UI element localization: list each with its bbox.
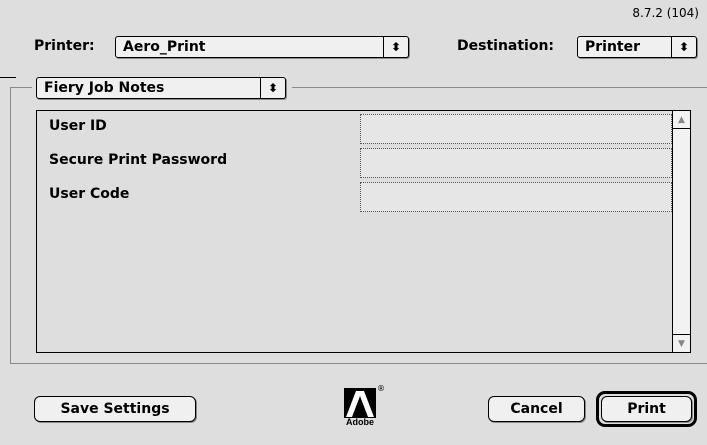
user-code-field[interactable] [360, 182, 672, 212]
up-down-arrows-icon: ⬍ [260, 78, 285, 98]
scroll-up-arrow-icon[interactable]: ▲ [673, 111, 690, 129]
group-box-line [10, 87, 32, 88]
scroll-down-arrow-icon[interactable]: ▼ [673, 334, 690, 352]
secure-print-password-label: Secure Print Password [49, 152, 228, 168]
save-settings-button[interactable]: Save Settings [34, 396, 196, 422]
printer-popup[interactable]: Aero_Print ⬍ [115, 36, 409, 58]
print-dialog: 8.7.2 (104) Printer: Aero_Print ⬍ Destin… [0, 0, 707, 445]
user-id-field[interactable] [360, 114, 672, 144]
group-box-line [10, 87, 11, 363]
section-popup[interactable]: Fiery Job Notes ⬍ [36, 77, 286, 99]
user-code-label: User Code [49, 186, 130, 202]
adobe-logo-mark [344, 388, 376, 418]
user-id-label: User ID [49, 118, 107, 134]
job-notes-panel: User ID Secure Print Password User Code … [36, 110, 691, 353]
printer-value: Aero_Print [123, 39, 206, 55]
cancel-button[interactable]: Cancel [488, 396, 585, 422]
print-button[interactable]: Print [601, 396, 692, 422]
destination-label: Destination: [457, 38, 555, 54]
secure-print-password-field[interactable] [360, 148, 672, 178]
up-down-arrows-icon: ⬍ [671, 37, 696, 57]
group-box-tick [0, 77, 16, 78]
adobe-logo: ® Adobe [344, 384, 385, 430]
section-value: Fiery Job Notes [44, 80, 165, 96]
adobe-wordmark: Adobe [346, 417, 374, 427]
version-text: 8.7.2 (104) [632, 6, 699, 20]
printer-label: Printer: [34, 38, 95, 54]
vertical-scrollbar[interactable]: ▲ ▼ [672, 111, 690, 352]
group-box-line [292, 87, 707, 88]
destination-popup[interactable]: Printer ⬍ [577, 36, 697, 58]
destination-value: Printer [585, 39, 641, 55]
group-box-line [10, 363, 707, 364]
up-down-arrows-icon: ⬍ [383, 37, 408, 57]
adobe-registered-mark: ® [377, 384, 385, 393]
